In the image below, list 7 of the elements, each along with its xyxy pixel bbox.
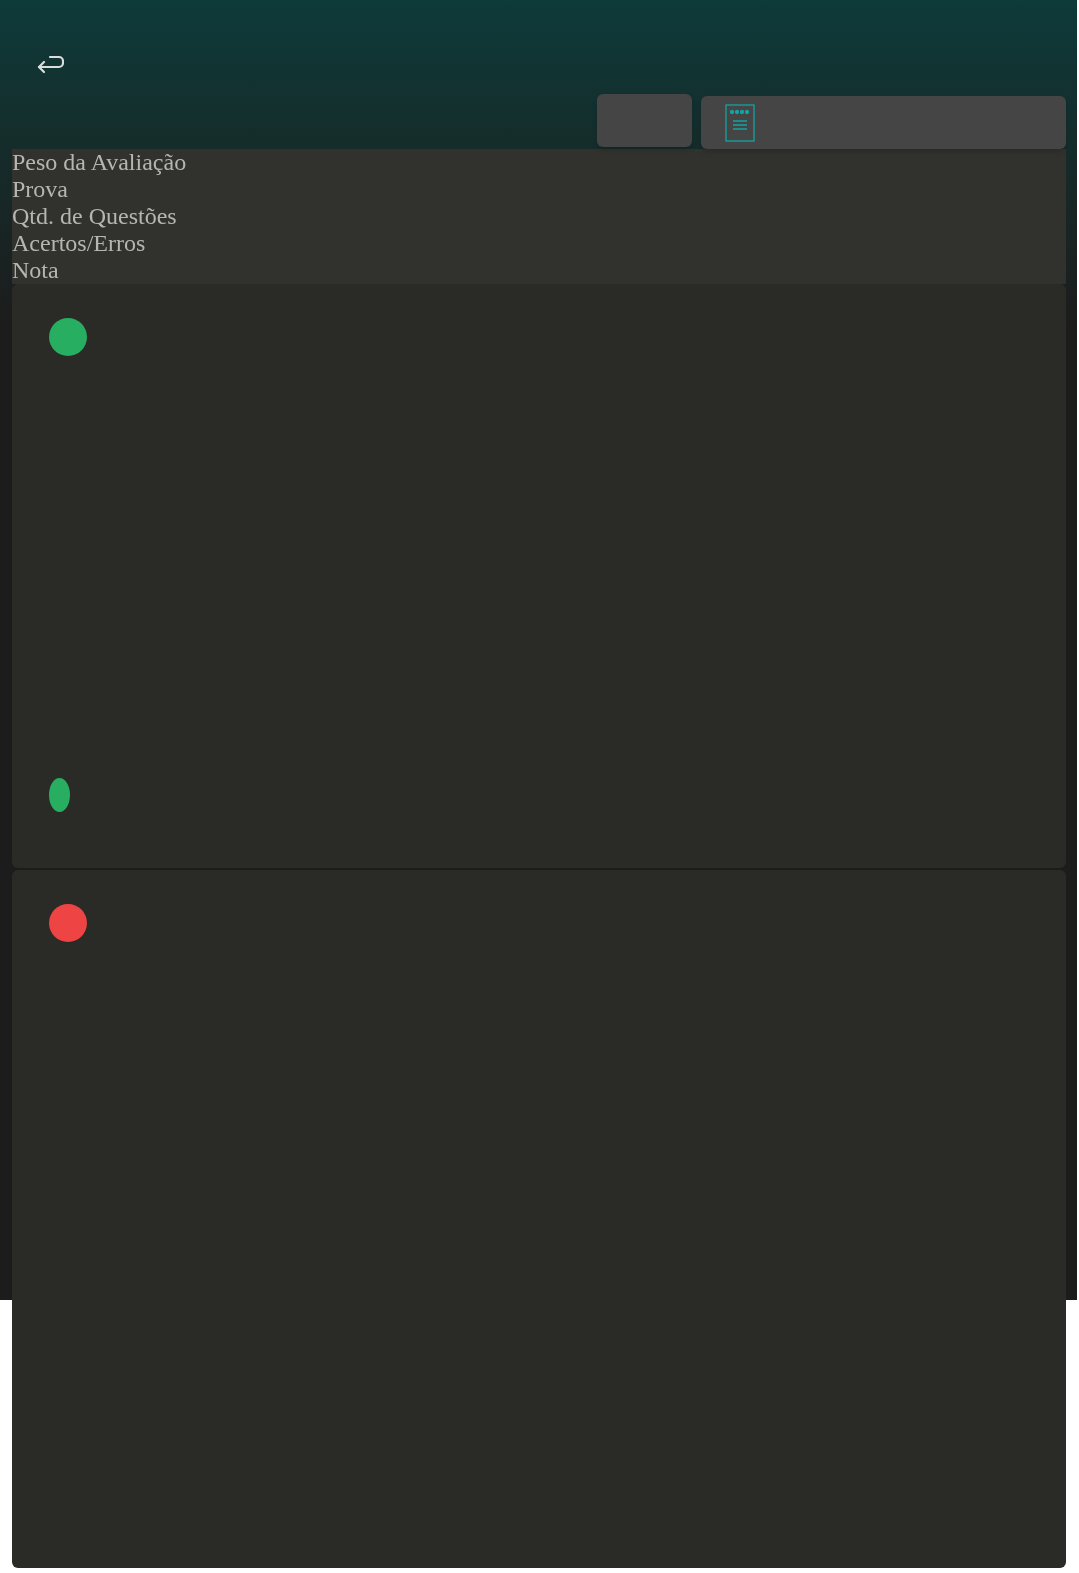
summary-label: Nota [12,257,59,284]
summary-label: Prova [12,176,68,203]
summary-label: Peso da Avaliação [12,149,187,176]
notes-button[interactable] [701,96,1066,149]
summary-label: Acertos/Erros [12,230,146,257]
summary-label: Qtd. de Questões [12,203,177,230]
notepad-icon [725,103,755,142]
